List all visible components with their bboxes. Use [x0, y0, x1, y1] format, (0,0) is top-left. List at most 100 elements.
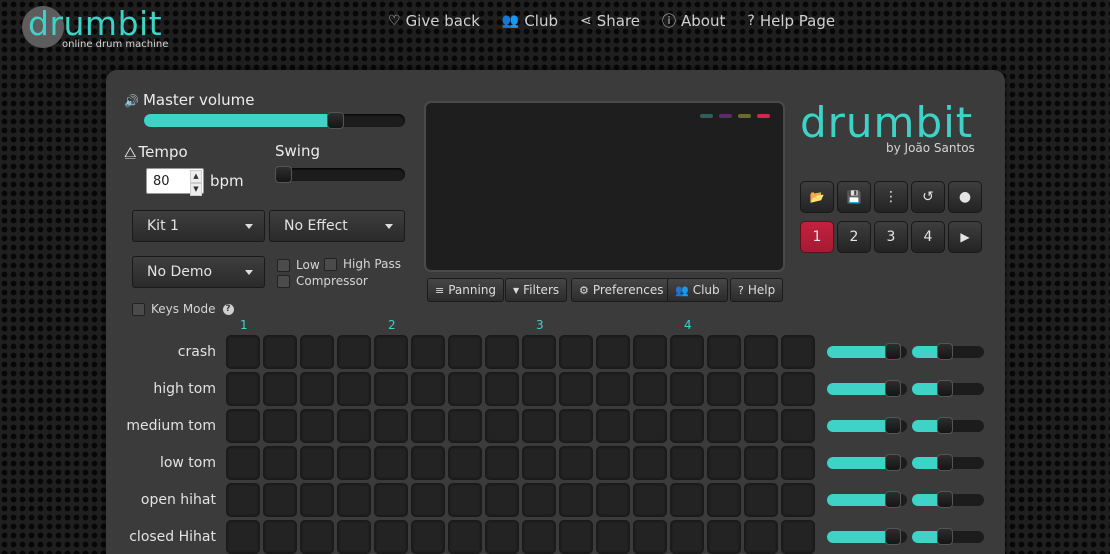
- nav-club[interactable]: 👥 Club: [502, 11, 558, 31]
- step-pad[interactable]: [263, 483, 297, 517]
- step-pad[interactable]: [781, 446, 815, 480]
- checkbox-box[interactable]: [277, 274, 290, 288]
- track-pan-slider[interactable]: [912, 417, 984, 434]
- pattern-3-button[interactable]: 3: [874, 221, 908, 253]
- step-pad[interactable]: [559, 409, 593, 443]
- nav-share[interactable]: ⋖ Share: [580, 11, 640, 31]
- tempo-up-icon[interactable]: ▲: [190, 170, 202, 183]
- step-pad[interactable]: [337, 335, 371, 369]
- step-pad[interactable]: [633, 446, 667, 480]
- step-pad[interactable]: [744, 446, 778, 480]
- app-logo[interactable]: drumbit online drum machine: [20, 4, 180, 56]
- track-pan-handle[interactable]: [937, 343, 953, 360]
- checkbox-box[interactable]: [132, 302, 145, 316]
- step-pad[interactable]: [596, 372, 630, 406]
- pattern-4-button[interactable]: 4: [911, 221, 945, 253]
- track-volume-handle[interactable]: [885, 491, 901, 508]
- step-pad[interactable]: [559, 483, 593, 517]
- step-pad[interactable]: [633, 409, 667, 443]
- undo-button[interactable]: ↺: [911, 181, 945, 213]
- step-pad[interactable]: [448, 409, 482, 443]
- tempo-input[interactable]: [147, 169, 187, 193]
- nav-give-back[interactable]: ♡ Give back: [388, 11, 480, 31]
- effect-select[interactable]: No Effect: [269, 210, 405, 242]
- compressor-checkbox[interactable]: Compressor: [277, 274, 368, 288]
- step-pad[interactable]: [226, 335, 260, 369]
- step-pad[interactable]: [781, 409, 815, 443]
- step-pad[interactable]: [448, 335, 482, 369]
- step-pad[interactable]: [485, 520, 519, 554]
- step-pad[interactable]: [300, 335, 334, 369]
- checkbox-box[interactable]: [324, 257, 337, 271]
- step-pad[interactable]: [633, 335, 667, 369]
- nav-about[interactable]: ⓘ About: [662, 11, 725, 31]
- step-pad[interactable]: [337, 446, 371, 480]
- pattern-1-button[interactable]: 1: [800, 221, 834, 253]
- step-pad[interactable]: [337, 483, 371, 517]
- step-pad[interactable]: [744, 409, 778, 443]
- track-volume-handle[interactable]: [885, 454, 901, 471]
- step-pad[interactable]: [374, 520, 408, 554]
- step-pad[interactable]: [411, 483, 445, 517]
- step-pad[interactable]: [781, 483, 815, 517]
- step-pad[interactable]: [448, 483, 482, 517]
- track-pan-slider[interactable]: [912, 454, 984, 471]
- tempo-arrows[interactable]: ▲ ▼: [190, 170, 202, 196]
- step-pad[interactable]: [559, 520, 593, 554]
- step-pad[interactable]: [263, 446, 297, 480]
- track-volume-slider[interactable]: [827, 343, 907, 360]
- step-pad[interactable]: [744, 335, 778, 369]
- step-pad[interactable]: [670, 372, 704, 406]
- track-volume-handle[interactable]: [885, 343, 901, 360]
- step-pad[interactable]: [263, 520, 297, 554]
- step-pad[interactable]: [411, 446, 445, 480]
- step-pad[interactable]: [744, 483, 778, 517]
- step-pad[interactable]: [670, 409, 704, 443]
- track-pan-handle[interactable]: [937, 380, 953, 397]
- step-pad[interactable]: [596, 446, 630, 480]
- step-pad[interactable]: [263, 372, 297, 406]
- step-pad[interactable]: [374, 335, 408, 369]
- step-pad[interactable]: [596, 520, 630, 554]
- step-pad[interactable]: [596, 483, 630, 517]
- step-pad[interactable]: [522, 409, 556, 443]
- track-pan-handle[interactable]: [937, 454, 953, 471]
- play-button[interactable]: ▶: [948, 221, 982, 253]
- track-volume-slider[interactable]: [827, 454, 907, 471]
- step-pad[interactable]: [485, 372, 519, 406]
- keys-mode-checkbox[interactable]: Keys Mode ?: [132, 302, 234, 316]
- preferences-button[interactable]: ⚙ Preferences: [571, 278, 672, 302]
- step-pad[interactable]: [374, 446, 408, 480]
- open-button[interactable]: 📂: [800, 181, 834, 213]
- track-pan-slider[interactable]: [912, 528, 984, 545]
- step-pad[interactable]: [337, 520, 371, 554]
- step-pad[interactable]: [781, 335, 815, 369]
- pattern-2-button[interactable]: 2: [837, 221, 871, 253]
- step-pad[interactable]: [781, 372, 815, 406]
- step-pad[interactable]: [485, 446, 519, 480]
- track-volume-slider[interactable]: [827, 417, 907, 434]
- step-pad[interactable]: [448, 372, 482, 406]
- step-pad[interactable]: [522, 372, 556, 406]
- step-pad[interactable]: [226, 446, 260, 480]
- step-pad[interactable]: [300, 372, 334, 406]
- step-pad[interactable]: [744, 520, 778, 554]
- track-pan-slider[interactable]: [912, 380, 984, 397]
- step-pad[interactable]: [485, 483, 519, 517]
- step-pad[interactable]: [263, 335, 297, 369]
- step-pad[interactable]: [411, 372, 445, 406]
- step-pad[interactable]: [226, 372, 260, 406]
- step-pad[interactable]: [670, 446, 704, 480]
- step-pad[interactable]: [559, 335, 593, 369]
- demo-select[interactable]: No Demo: [132, 256, 265, 288]
- track-pan-slider[interactable]: [912, 491, 984, 508]
- step-pad[interactable]: [300, 520, 334, 554]
- step-pad[interactable]: [448, 446, 482, 480]
- step-pad[interactable]: [707, 409, 741, 443]
- club-button[interactable]: 👥 Club: [667, 278, 728, 302]
- track-pan-slider[interactable]: [912, 343, 984, 360]
- tempo-down-icon[interactable]: ▼: [190, 183, 202, 196]
- step-pad[interactable]: [522, 483, 556, 517]
- track-volume-handle[interactable]: [885, 528, 901, 545]
- tempo-stepper[interactable]: ▲ ▼: [146, 168, 204, 196]
